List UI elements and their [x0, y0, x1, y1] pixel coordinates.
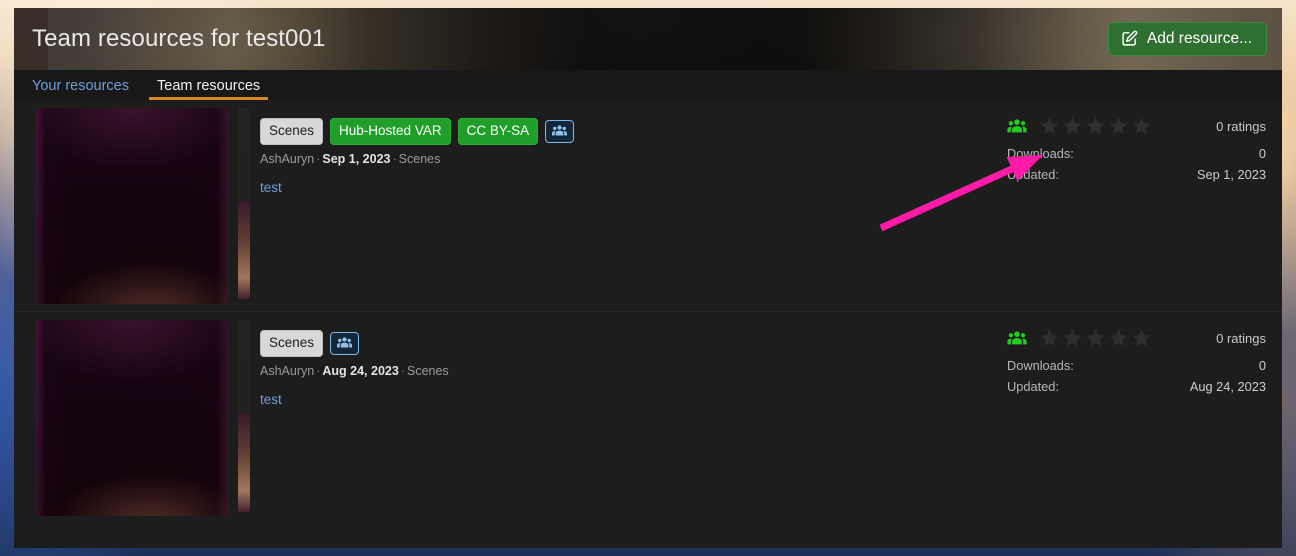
resource-author[interactable]: AshAuryn	[260, 152, 314, 166]
thumbnail-edge-strip	[238, 414, 250, 513]
star-icon	[1063, 117, 1082, 134]
resource-stats: 0 ratings Downloads: 0 Updated: Sep 1, 2…	[1007, 108, 1272, 303]
rating-stars[interactable]	[1039, 116, 1152, 136]
downloads-label: Downloads:	[1007, 358, 1074, 373]
resource-title[interactable]: test	[260, 180, 1007, 195]
downloads-label: Downloads:	[1007, 146, 1074, 161]
thumbnail-edge-top	[238, 320, 250, 415]
resource-row[interactable]: Scenes Hub-Hosted VAR CC BY-SA AshAuryn …	[14, 100, 1282, 312]
thumbnail-wrapper	[36, 108, 250, 304]
star-icon	[1086, 329, 1105, 346]
updated-label: Updated:	[1007, 379, 1059, 394]
badge-group: Scenes	[260, 330, 1007, 357]
rating-stars[interactable]	[1039, 328, 1152, 348]
badge-hosting[interactable]: Hub-Hosted VAR	[330, 118, 451, 145]
users-group-icon	[552, 124, 568, 140]
badge-license[interactable]: CC BY-SA	[457, 118, 539, 145]
ratings-count-label: 0 ratings	[1216, 330, 1266, 346]
resource-byline: AshAuryn · Aug 24, 2023 · Scenes	[260, 364, 1007, 378]
badge-team-shared[interactable]	[545, 120, 575, 143]
badge-group: Scenes Hub-Hosted VAR CC BY-SA	[260, 118, 1007, 145]
thumbnail-image	[36, 320, 228, 516]
tab-team-resources-label: Team resources	[157, 77, 261, 94]
thumbnail-edge-strip	[238, 201, 250, 300]
users-group-icon	[337, 336, 353, 352]
add-resource-button-label: Add resource...	[1146, 29, 1252, 47]
tab-your-resources-label: Your resources	[32, 77, 129, 94]
resource-thumbnail[interactable]	[36, 320, 228, 516]
updated-row: Updated: Aug 24, 2023	[1007, 379, 1266, 394]
resource-meta: Scenes AshAuryn · Aug 24, 2023 · Scenes …	[240, 320, 1007, 516]
star-icon	[1086, 117, 1105, 134]
updated-row: Updated: Sep 1, 2023	[1007, 167, 1266, 182]
ratings-count-label: 0 ratings	[1216, 118, 1266, 134]
star-icon	[1109, 117, 1128, 134]
resource-row[interactable]: Scenes AshAuryn · Aug 24, 2023 · Scenes …	[14, 312, 1282, 524]
badge-category[interactable]: Scenes	[260, 330, 324, 357]
badge-category[interactable]: Scenes	[260, 118, 324, 145]
tab-team-resources[interactable]: Team resources	[149, 77, 269, 101]
star-icon	[1063, 329, 1082, 346]
add-resource-button[interactable]: Add resource...	[1107, 22, 1267, 56]
resource-category[interactable]: Scenes	[399, 152, 441, 166]
downloads-row: Downloads: 0	[1007, 358, 1266, 373]
thumbnail-wrapper	[36, 320, 250, 516]
resource-date: Aug 24, 2023	[322, 363, 399, 378]
star-icon	[1109, 329, 1128, 346]
byline-separator: ·	[392, 151, 397, 166]
tab-your-resources[interactable]: Your resources	[32, 77, 149, 101]
updated-value: Sep 1, 2023	[1196, 167, 1266, 182]
team-shared-users-group-icon[interactable]	[1007, 330, 1027, 346]
stats-rating-row: 0 ratings	[1007, 328, 1266, 348]
star-icon	[1132, 117, 1151, 134]
stats-rating-row: 0 ratings	[1007, 116, 1266, 136]
byline-separator: ·	[400, 363, 405, 378]
page-container: Team resources for test001 Add resource.…	[14, 0, 1282, 556]
edit-pencil-square-icon	[1121, 30, 1138, 47]
resource-author[interactable]: AshAuryn	[260, 364, 314, 378]
resource-stats: 0 ratings Downloads: 0 Updated: Aug 24, …	[1007, 320, 1272, 516]
downloads-value: 0	[1258, 358, 1266, 373]
thumbnail-image	[36, 108, 228, 304]
page-title: Team resources for test001	[32, 25, 326, 52]
downloads-value: 0	[1258, 146, 1266, 161]
star-icon	[1040, 329, 1059, 346]
resource-byline: AshAuryn · Sep 1, 2023 · Scenes	[260, 152, 1007, 166]
badge-team-shared[interactable]	[330, 332, 360, 355]
downloads-row: Downloads: 0	[1007, 146, 1266, 161]
resource-thumbnail[interactable]	[36, 108, 228, 304]
star-icon	[1132, 329, 1151, 346]
star-icon	[1040, 117, 1059, 134]
resource-list: Scenes Hub-Hosted VAR CC BY-SA AshAuryn …	[14, 100, 1282, 548]
resource-date: Sep 1, 2023	[322, 151, 391, 166]
updated-value: Aug 24, 2023	[1189, 379, 1266, 394]
resource-title[interactable]: test	[260, 392, 1007, 407]
resource-category[interactable]: Scenes	[407, 364, 449, 378]
page-header: Team resources for test001 Add resource.…	[14, 8, 1282, 70]
tab-bar: Your resources Team resources	[14, 70, 1282, 100]
updated-label: Updated:	[1007, 167, 1059, 182]
team-shared-users-group-icon[interactable]	[1007, 118, 1027, 134]
resource-meta: Scenes Hub-Hosted VAR CC BY-SA AshAuryn …	[240, 108, 1007, 303]
thumbnail-edge-top	[238, 108, 250, 202]
